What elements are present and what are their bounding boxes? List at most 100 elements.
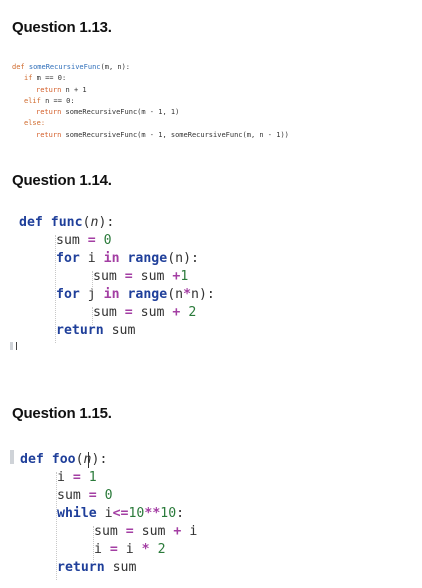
code-token: ( (75, 452, 84, 467)
gutter-marker (10, 450, 14, 464)
code-token: someRecursiveFunc(m - 1, someRecursiveFu… (65, 130, 289, 139)
code-token: n == 0: (45, 96, 75, 105)
code-token: m == 0: (36, 74, 67, 83)
code-token: func (50, 215, 83, 230)
code-token: return (36, 85, 66, 94)
code-token: in (103, 287, 128, 302)
code-token: = (109, 542, 118, 557)
code-token: (m, n): (100, 63, 131, 71)
code-token: sum (133, 524, 174, 539)
code-token: for (56, 251, 88, 266)
code-token: : (176, 506, 185, 521)
code-token: n): (191, 287, 215, 302)
code-token: else: (24, 119, 46, 128)
code-line: for j in range(n*n): (19, 286, 215, 304)
code-line: sum = 0 (19, 232, 215, 250)
code-line: i = i * 2 (20, 541, 197, 559)
code-block-1-13: def someRecursiveFunc(m, n): if m == 0: re… (12, 62, 289, 141)
code-token: in (103, 251, 128, 266)
code-token: if (24, 74, 37, 83)
code-token: def (19, 215, 51, 230)
code-token: def (20, 452, 52, 467)
code-line: sum = sum + 2 (19, 304, 215, 322)
code-token: i (117, 542, 142, 557)
question-1-15-heading: Question 1.15. (12, 405, 112, 422)
code-token: sum (56, 233, 88, 248)
code-line: return n + 1 (12, 85, 289, 96)
code-block-1-14: def func(n): sum = 0 for i in range(n): sum… (19, 214, 215, 340)
code-token: = (87, 233, 96, 248)
code-token: (n (167, 287, 184, 302)
text-cursor (16, 342, 17, 350)
code-token: i (57, 470, 73, 485)
gutter-marker (10, 342, 13, 350)
code-line: def someRecursiveFunc(m, n): (12, 62, 289, 73)
code-line: elif n == 0: (12, 96, 289, 107)
indent-guide (93, 526, 94, 562)
code-token: i (181, 524, 198, 539)
code-token: 0 (103, 233, 112, 248)
code-token: 1 (180, 269, 189, 284)
code-token: * (141, 542, 150, 557)
code-token: 2 (188, 305, 197, 320)
code-token: while (57, 506, 105, 521)
code-line: return sum (19, 322, 215, 340)
code-token: return (57, 560, 113, 575)
code-token: foo (51, 452, 76, 467)
code-token: ** (144, 506, 161, 521)
code-token: 1 (88, 470, 97, 485)
code-token: = (88, 488, 97, 503)
code-line: while i<=10**10: (20, 505, 197, 523)
code-token: 10 (128, 506, 145, 521)
code-token: sum (111, 323, 136, 338)
code-token: return (36, 108, 66, 117)
code-token: return (56, 323, 112, 338)
code-token: 0 (104, 488, 113, 503)
code-block-1-15: def foo(n):i = 1sum = 0while i<=10**10:s… (20, 451, 197, 577)
indent-guide (92, 271, 93, 289)
code-token: = (125, 524, 134, 539)
code-token: sum (94, 524, 126, 539)
code-token: sum (112, 560, 137, 575)
indent-guide (92, 307, 93, 325)
code-token: someRecursiveFunc(m - 1, 1) (65, 108, 180, 117)
code-token: for (56, 287, 88, 302)
code-line: return someRecursiveFunc(m - 1, 1) (12, 107, 289, 118)
question-1-14-heading: Question 1.14. (12, 172, 112, 189)
code-token: i (104, 506, 113, 521)
code-token: elif (24, 96, 46, 105)
indent-guide (55, 235, 56, 343)
code-token: sum (132, 305, 173, 320)
code-token: someRecursiveFunc (28, 63, 101, 71)
code-token: i (87, 251, 104, 266)
code-line: if m == 0: (12, 73, 289, 84)
code-token: sum (93, 305, 125, 320)
code-token: = (72, 470, 81, 485)
code-token: (n): (167, 251, 199, 266)
code-token: 2 (157, 542, 166, 557)
code-line: return someRecursiveFunc(m - 1, someRecu… (12, 130, 289, 141)
code-token: sum (57, 488, 89, 503)
code-line: sum = sum + i (20, 523, 197, 541)
code-line: def func(n): (19, 214, 215, 232)
code-token: def (12, 63, 29, 71)
code-token: sum (132, 269, 173, 284)
code-line: return sum (20, 559, 197, 577)
code-token: = (124, 269, 133, 284)
text-caret (88, 452, 89, 468)
code-token: j (87, 287, 104, 302)
code-token: range (127, 287, 168, 302)
code-token: range (127, 251, 168, 266)
code-token: return (36, 130, 66, 139)
code-line: sum = sum +1 (19, 268, 215, 286)
code-token: n + 1 (65, 85, 87, 94)
code-line: for i in range(n): (19, 250, 215, 268)
code-line: else: (12, 118, 289, 129)
code-token: ): (98, 215, 115, 230)
code-token: i (94, 542, 110, 557)
code-token: sum (93, 269, 125, 284)
code-token: * (183, 287, 192, 302)
